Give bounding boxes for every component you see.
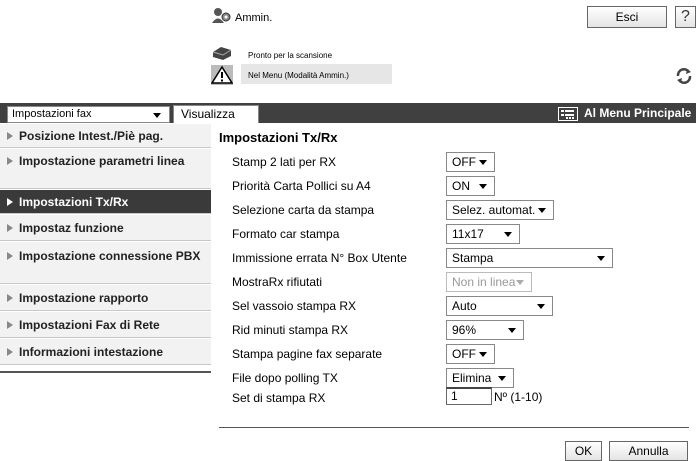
setting-label: Set di stampa RX: [232, 391, 326, 405]
setting-label: Rid minuti stampa RX: [232, 323, 349, 337]
separate-pages-select[interactable]: OFF: [446, 344, 495, 364]
select-value: ON: [452, 179, 470, 193]
print-sets-range: Nº (1-10): [494, 390, 543, 404]
triangle-right-icon: [7, 157, 13, 165]
chevron-down-icon: [498, 376, 506, 381]
main-menu-link[interactable]: Al Menu Principale: [584, 106, 691, 120]
sidebar-item-label: Impostazioni Tx/Rx: [19, 195, 129, 209]
sidebar-item-report[interactable]: Impostazione rapporto: [0, 285, 211, 311]
chevron-down-icon: [479, 352, 487, 357]
select-value: OFF: [452, 347, 476, 361]
cancel-button[interactable]: Annulla: [609, 441, 688, 461]
reduction-select[interactable]: 96%: [446, 320, 524, 340]
category-select-value: Impostazioni fax: [12, 108, 92, 120]
setting-label: Immissione errata N° Box Utente: [232, 251, 407, 265]
sidebar-item-label: Informazioni intestazione: [19, 345, 164, 359]
sidebar-item-header-info[interactable]: Informazioni intestazione: [0, 339, 211, 365]
chevron-down-icon: [153, 113, 161, 118]
main-menu-icon[interactable]: [558, 107, 578, 121]
tab-visualizza[interactable]: Visualizza: [173, 105, 259, 123]
sidebar-item-function[interactable]: Impostaz funzione: [0, 215, 211, 241]
chevron-down-icon: [479, 184, 487, 189]
scanner-status-text: Pronto per la scansione: [248, 51, 333, 60]
chevron-down-icon: [516, 280, 524, 285]
sidebar-item-header-footer[interactable]: Posizione Intest./Piè pag.: [0, 124, 211, 148]
select-value: Auto: [452, 299, 477, 313]
sidebar-item-label: Posizione Intest./Piè pag.: [19, 129, 164, 143]
triangle-right-icon: [7, 224, 13, 232]
chevron-down-icon: [508, 328, 516, 333]
sidebar-item-network-fax[interactable]: Impostazioni Fax di Rete: [0, 312, 211, 338]
chevron-down-icon: [597, 256, 605, 261]
print-paper-select[interactable]: Selez. automat.: [446, 200, 554, 220]
polling-file-select[interactable]: Elimina: [446, 368, 514, 388]
refresh-icon[interactable]: [674, 67, 694, 85]
select-value: Elimina: [452, 371, 492, 385]
select-value: Stampa: [452, 251, 494, 265]
select-value: OFF: [452, 155, 476, 169]
setting-label: Priorità Carta Pollici su A4: [232, 179, 371, 193]
select-value: 11x17: [452, 227, 484, 241]
sidebar-item-tx-rx[interactable]: Impostazioni Tx/Rx: [0, 190, 211, 214]
inch-paper-priority-select[interactable]: ON: [446, 176, 495, 196]
mode-status-text: Nel Menu (Modalità Ammin.): [248, 71, 349, 80]
select-value: Selez. automat.: [452, 203, 536, 217]
scanner-icon: [211, 44, 233, 64]
chevron-down-icon: [537, 304, 545, 309]
sidebar-item-label: Impostazione rapporto: [19, 291, 149, 305]
paper-size-select[interactable]: 11x17: [446, 224, 520, 244]
setting-label: Stamp 2 lati per RX: [232, 155, 337, 169]
chevron-down-icon: [538, 208, 546, 213]
sidebar-item-label: Impostazioni Fax di Rete: [19, 318, 160, 332]
setting-label: Stampa pagine fax separate: [232, 347, 383, 361]
user-name: Ammin.: [235, 12, 273, 24]
sidebar-item-label: Impostazione connessione PBX: [19, 249, 201, 263]
sidebar-item-label: Impostazione parametri linea: [19, 154, 185, 168]
logout-button[interactable]: Esci: [587, 6, 667, 28]
triangle-right-icon: [7, 348, 13, 356]
rejected-rx-select[interactable]: Non in linea: [446, 272, 532, 292]
triangle-right-icon: [7, 321, 13, 329]
setting-label: MostraRx rifiutati: [232, 275, 323, 289]
wrong-box-number-select[interactable]: Stampa: [446, 248, 613, 268]
triangle-right-icon: [7, 252, 13, 260]
setting-label: Formato car stampa: [232, 227, 340, 241]
chevron-down-icon: [479, 160, 487, 165]
print-sets-input[interactable]: 1: [446, 387, 492, 405]
select-value: Non in linea: [452, 275, 516, 289]
admin-user-icon: [211, 5, 233, 27]
tray-select[interactable]: Auto: [446, 296, 553, 316]
content-divider: [219, 427, 689, 428]
setting-label: File dopo polling TX: [232, 371, 338, 385]
chevron-down-icon: [504, 232, 512, 237]
duplex-rx-select[interactable]: OFF: [446, 152, 495, 172]
select-value: 96%: [452, 323, 477, 337]
setting-label: Sel vassoio stampa RX: [232, 299, 357, 313]
triangle-right-icon: [7, 294, 13, 302]
category-select[interactable]: Impostazioni fax: [7, 106, 170, 123]
sidebar-item-line-parameters[interactable]: Impostazione parametri linea: [0, 149, 211, 189]
help-button[interactable]: ?: [675, 6, 696, 28]
page-title: Impostazioni Tx/Rx: [219, 130, 338, 145]
triangle-right-icon: [7, 198, 13, 206]
ok-button[interactable]: OK: [565, 441, 602, 461]
setting-label: Selezione carta da stampa: [232, 203, 375, 217]
sidebar-item-label: Impostaz funzione: [19, 221, 124, 235]
sidebar-divider: [0, 371, 211, 373]
warning-icon: [210, 65, 234, 85]
triangle-right-icon: [7, 132, 13, 140]
sidebar-item-pbx[interactable]: Impostazione connessione PBX: [0, 242, 211, 284]
